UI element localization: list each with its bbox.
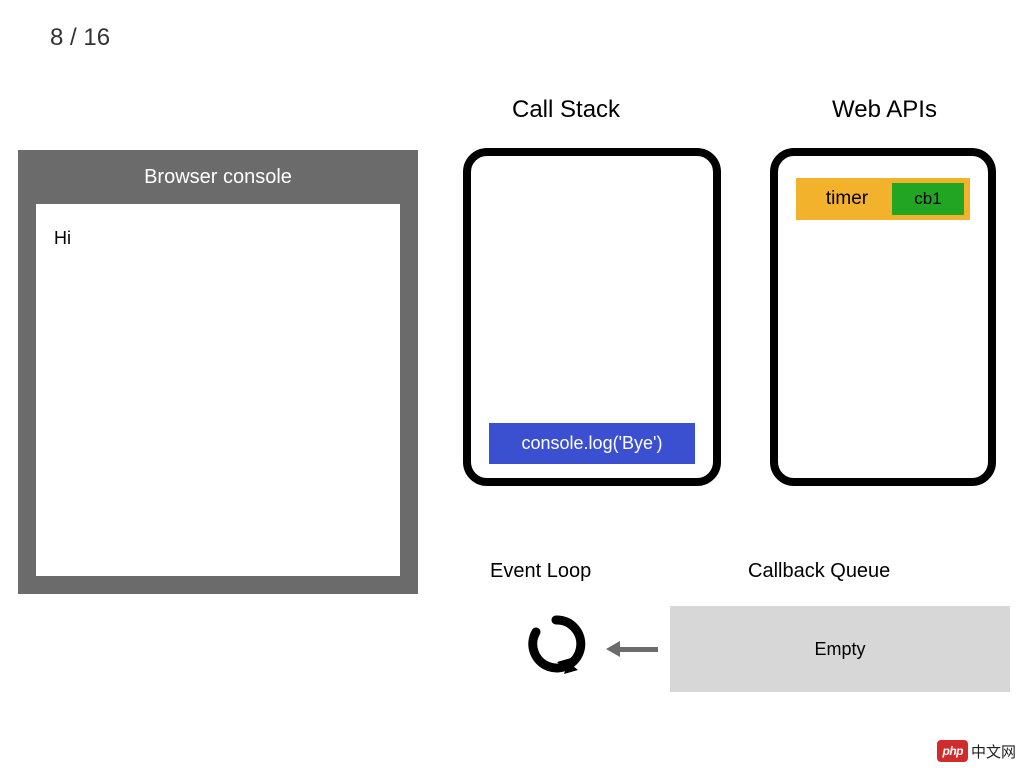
- label-event-loop: Event Loop: [490, 560, 591, 583]
- watermark-badge: php: [937, 740, 968, 762]
- label-call-stack: Call Stack: [512, 96, 620, 124]
- web-api-callback: cb1: [892, 183, 964, 215]
- browser-console: Browser console Hi: [18, 150, 418, 594]
- callback-queue-state: Empty: [814, 639, 865, 660]
- label-web-apis: Web APIs: [832, 96, 937, 124]
- web-api-timer-label: timer: [796, 188, 892, 210]
- watermark-text: 中文网: [971, 741, 1016, 762]
- callback-queue-box: Empty: [670, 606, 1010, 692]
- call-stack-box: console.log('Bye'): [463, 148, 721, 486]
- step-counter: 8 / 16: [50, 24, 110, 52]
- loop-icon: [524, 612, 588, 676]
- watermark-logo: php 中文网: [937, 740, 1016, 762]
- arrow-left-icon: [608, 642, 658, 656]
- web-api-timer: timer cb1: [796, 178, 970, 220]
- console-output-line: Hi: [54, 228, 382, 249]
- browser-console-title: Browser console: [18, 150, 418, 204]
- call-stack-item: console.log('Bye'): [489, 423, 695, 464]
- label-callback-queue: Callback Queue: [748, 560, 890, 583]
- web-apis-box: timer cb1: [770, 148, 996, 486]
- browser-console-body: Hi: [36, 204, 400, 576]
